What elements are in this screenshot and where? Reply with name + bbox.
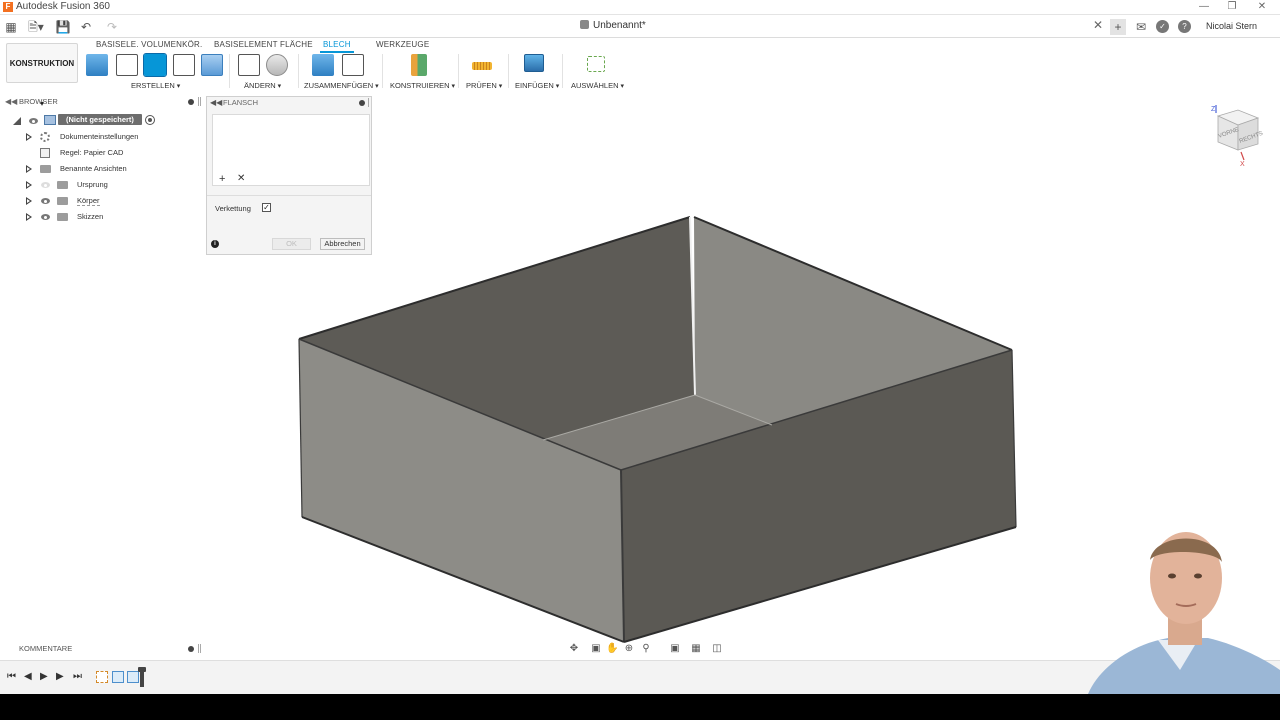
browser-item-document-settings[interactable]: Dokumenteinstellungen — [0, 130, 200, 144]
go-to-end-icon[interactable]: ⏭ — [73, 671, 82, 683]
look-at-icon[interactable]: ▣ — [590, 643, 602, 654]
step-forward-icon[interactable]: ▶ — [56, 671, 64, 683]
browser-item-label: Benannte Ansichten — [60, 164, 127, 173]
browser-item-named-views[interactable]: Benannte Ansichten — [0, 162, 200, 176]
collapse-dialog-icon[interactable]: ◀◀ — [210, 98, 222, 107]
timeline-marker[interactable] — [138, 667, 146, 687]
browser-item-label: Ursprung — [77, 180, 108, 189]
root-component-label[interactable]: (Nicht gespeichert) — [58, 114, 142, 125]
panel-resize-handle[interactable] — [198, 644, 201, 653]
browser-item-label: Skizzen — [77, 212, 104, 221]
ok-button[interactable]: OK — [272, 238, 311, 250]
browser-item-sketches[interactable]: Skizzen — [0, 210, 200, 224]
cancel-button[interactable]: Abbrechen — [320, 238, 365, 250]
navigation-bar: ✥ ▣ ✋ ⊕ ⚲ ▣ ▦ ◫ — [566, 642, 732, 656]
view-cube[interactable]: Z X VORNE RECHTS — [1206, 100, 1266, 170]
expand-root-icon[interactable] — [13, 117, 21, 125]
activate-target-icon[interactable] — [145, 115, 155, 125]
pin-icon[interactable] — [188, 646, 194, 652]
dialog-title: FLANSCH — [223, 98, 259, 107]
comments-title: KOMMENTARE — [19, 644, 73, 653]
browser-item-bodies[interactable]: Körper — [0, 194, 200, 208]
fusion-app-window: F Autodesk Fusion 360 — ❐ ✕ ▦ 🗎▾ 💾 ↶ ↷ U… — [0, 0, 1280, 694]
play-icon[interactable]: ▶ — [40, 671, 48, 683]
axis-z-label: Z — [1211, 106, 1216, 113]
flange-dialog: ◀◀ FLANSCH + ✕ Verkettung ✓ i OK Abbrech… — [206, 96, 372, 255]
expand-icon[interactable] — [25, 133, 33, 142]
step-back-icon[interactable]: ◀ — [24, 671, 32, 683]
expand-icon[interactable] — [25, 213, 33, 222]
browser-root[interactable]: (Nicht gespeichert) — [0, 114, 200, 128]
browser-item-label: Regel: Papier CAD — [60, 148, 124, 157]
component-icon — [44, 115, 56, 125]
pin-icon[interactable] — [359, 100, 365, 106]
edge-selection-list[interactable]: + ✕ — [212, 114, 370, 186]
comments-panel[interactable]: KOMMENTARE — [0, 643, 203, 655]
add-selection-icon[interactable]: + — [219, 174, 225, 185]
pan-icon[interactable]: ✋ — [606, 643, 618, 654]
expand-icon[interactable] — [25, 165, 33, 174]
chain-selection-checkbox[interactable]: ✓ — [262, 203, 271, 212]
browser-item-sheet-rule[interactable]: Regel: Papier CAD — [0, 146, 200, 160]
folder-icon — [40, 165, 51, 173]
folder-icon — [57, 213, 68, 221]
orbit-icon[interactable]: ✥ — [568, 643, 580, 654]
browser-item-origin[interactable]: Ursprung — [0, 178, 200, 192]
visibility-eye-icon[interactable] — [41, 198, 50, 204]
pin-icon[interactable] — [188, 99, 194, 105]
timeline-flange-feature[interactable] — [112, 671, 124, 683]
dialog-resize-handle[interactable] — [368, 98, 371, 107]
divider — [207, 195, 371, 196]
folder-icon — [57, 197, 68, 205]
collapse-panel-icon[interactable]: ◀◀ — [5, 97, 17, 106]
folder-icon — [57, 181, 68, 189]
visibility-eye-icon[interactable] — [41, 214, 50, 220]
panel-resize-handle[interactable] — [198, 97, 201, 106]
rule-icon — [40, 148, 50, 158]
chain-selection-label: Verkettung — [215, 204, 251, 213]
fit-icon[interactable]: ⚲ — [640, 643, 652, 654]
gear-icon — [40, 132, 50, 142]
grid-settings-icon[interactable]: ▦ — [690, 643, 702, 654]
axis-x-label: X — [1240, 161, 1245, 168]
visibility-eye-icon[interactable] — [41, 182, 50, 188]
info-icon[interactable]: i — [211, 240, 219, 248]
dialog-header[interactable]: ◀◀ FLANSCH — [207, 97, 371, 109]
go-to-start-icon[interactable]: ⏮ — [7, 671, 16, 683]
zoom-icon[interactable]: ⊕ — [623, 643, 635, 654]
timeline-sketch-feature[interactable] — [96, 671, 108, 683]
expand-icon[interactable] — [25, 197, 33, 206]
browser-header[interactable]: ◀◀ BROWSER — [0, 96, 203, 108]
timeline-flange-feature[interactable] — [127, 671, 139, 683]
browser-title: BROWSER — [19, 97, 58, 106]
viewports-icon[interactable]: ◫ — [711, 643, 723, 654]
expand-icon[interactable] — [25, 181, 33, 190]
visibility-eye-icon[interactable] — [29, 118, 38, 124]
presenter-webcam-image — [1088, 532, 1280, 694]
browser-item-label: Körper — [77, 196, 100, 206]
browser-item-label: Dokumenteinstellungen — [60, 132, 139, 141]
remove-selection-icon[interactable]: ✕ — [237, 174, 245, 184]
display-settings-icon[interactable]: ▣ — [669, 643, 681, 654]
